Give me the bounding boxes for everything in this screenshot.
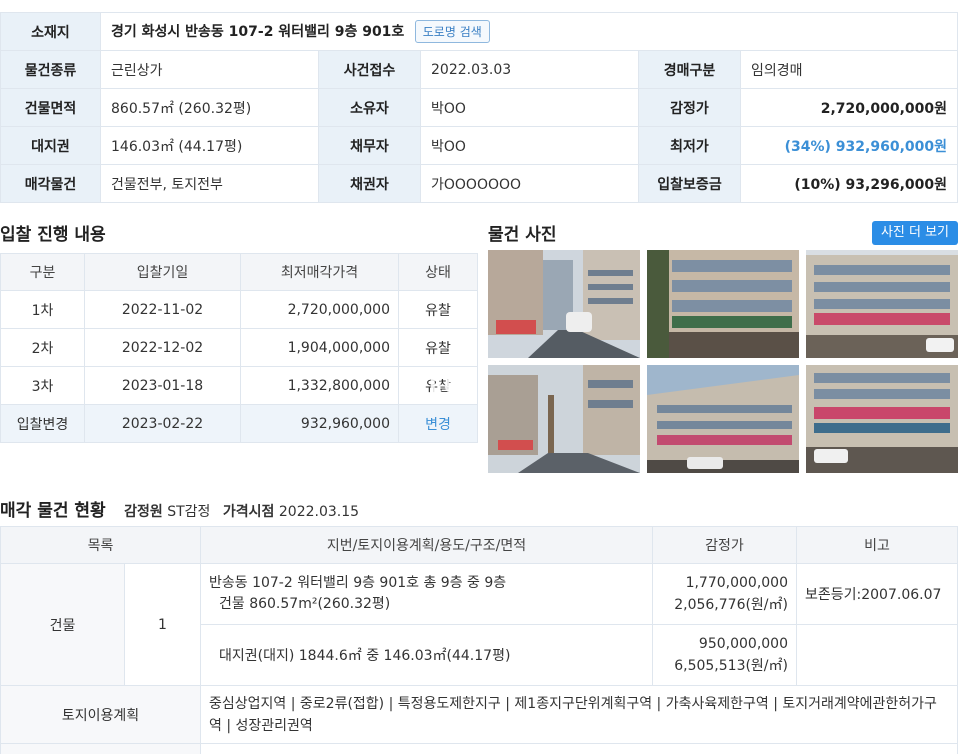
table-row: 2차 2022-12-02 1,904,000,000 유찰 (0, 328, 478, 367)
info-label: 매각물건 (0, 164, 101, 203)
table-row: 1차 2022-11-02 2,720,000,000 유찰 (0, 290, 478, 329)
land-use-label: 토지이용계획 (0, 685, 201, 744)
table-row: 입찰변경 2023-02-22 932,960,000 변경 (0, 404, 478, 443)
column-header: 상태 (398, 253, 478, 291)
property-photo[interactable] (488, 365, 640, 473)
price-date-label: 가격시점 (222, 504, 275, 520)
column-header: 구분 (0, 253, 85, 291)
bid-status: 유찰 (398, 290, 478, 329)
info-value: 860.57㎡ (260.32평) (100, 88, 319, 127)
column-header: 목록 (0, 526, 201, 564)
info-label: 대지권 (0, 126, 101, 165)
info-value: 박OO (420, 126, 639, 165)
bid-min-price: 1,904,000,000 (240, 328, 399, 367)
property-photo[interactable] (488, 250, 640, 358)
bid-min-price: 932,960,000 (240, 404, 399, 443)
bid-date: 2022-12-02 (84, 328, 241, 367)
price-date-value: 2022.03.15 (278, 504, 360, 520)
bid-status: 변경 (398, 404, 478, 443)
location-label: 소재지 (0, 12, 101, 51)
land-right-description: 대지권(대지) 1844.6㎡ 중 146.03㎡(44.17평) (200, 624, 653, 686)
info-value: 2022.03.03 (420, 50, 639, 89)
info-value: 건물전부, 토지전부 (100, 164, 319, 203)
info-label: 사건접수 (318, 50, 421, 89)
empty-cell (0, 743, 201, 754)
description-line: 건물 860.57m²(260.32평) (219, 596, 391, 612)
bid-date: 2023-02-22 (84, 404, 241, 443)
info-label: 채무자 (318, 126, 421, 165)
sale-status-table: 목록 지번/토지이용계획/용도/구조/면적 감정가 비고 건물 1 반송동 10… (0, 526, 958, 754)
appraisal-price: 2,720,000,000원 (740, 88, 958, 127)
building-description: 반송동 107-2 워터밸리 9층 901호 총 9층 중 9층 건물 860.… (200, 563, 653, 625)
bid-round: 2차 (0, 328, 85, 367)
minimum-price: (34%) 932,960,000원 (740, 126, 958, 165)
bid-progress-table: 구분 입찰기일 최저매각가격 상태 1차 2022-11-02 2,720,00… (0, 253, 478, 443)
bid-deposit: (10%) 93,296,000원 (740, 164, 958, 203)
appraisal-cell: 950,000,000 6,505,513(원/㎡) (652, 624, 797, 686)
property-photo[interactable] (647, 365, 799, 473)
appraisal-amount: 1,770,000,000 (685, 575, 788, 591)
location-cell: 경기 화성시 반송동 107-2 워터밸리 9층 901호 도로명 검색 (100, 12, 958, 51)
property-photo[interactable] (647, 250, 799, 358)
bid-progress-title: 입찰 진행 내용 (0, 225, 106, 245)
building-label: 건물 (0, 563, 125, 686)
appraisal-amount: 950,000,000 (698, 636, 788, 652)
empty-cell (200, 743, 958, 754)
property-photo[interactable] (806, 250, 958, 358)
info-value: 임의경매 (740, 50, 958, 89)
note (796, 624, 958, 686)
appraisal-unit-price: 2,056,776(원/㎡) (674, 597, 788, 613)
table-row: 토지이용계획 중심상업지역 | 중로2류(접합) | 특정용도제한지구 | 제1… (0, 685, 958, 744)
more-photos-button[interactable]: 사진 더 보기 (872, 221, 958, 245)
bid-round: 입찰변경 (0, 404, 85, 443)
column-header: 감정가 (652, 526, 797, 564)
info-value: 근린상가 (100, 50, 319, 89)
location-address: 경기 화성시 반송동 107-2 워터밸리 9층 901호 (111, 24, 405, 40)
info-label: 감정가 (638, 88, 741, 127)
column-header: 비고 (796, 526, 958, 564)
appraisal-unit-price: 6,505,513(원/㎡) (674, 658, 788, 674)
building-number: 1 (124, 563, 201, 686)
road-name-search-button[interactable]: 도로명 검색 (414, 20, 490, 43)
info-value: 박OO (420, 88, 639, 127)
info-value: 146.03㎡ (44.17평) (100, 126, 319, 165)
note: 보존등기:2007.06.07 (796, 563, 958, 625)
bid-status: 유찰 (398, 328, 478, 367)
info-label: 물건종류 (0, 50, 101, 89)
info-label: 소유자 (318, 88, 421, 127)
info-label: 건물면적 (0, 88, 101, 127)
photo-section-title: 물건 사진 (488, 225, 557, 245)
appraiser-label: 감정원 (124, 504, 163, 520)
info-label: 입찰보증금 (638, 164, 741, 203)
bid-round: 3차 (0, 366, 85, 405)
table-row: 건물 1 반송동 107-2 워터밸리 9층 901호 총 9층 중 9층 건물… (0, 563, 958, 686)
table-row (0, 743, 958, 754)
description-line: 반송동 107-2 워터밸리 9층 901호 총 9층 중 9층 (209, 575, 507, 591)
appraisal-cell: 1,770,000,000 2,056,776(원/㎡) (652, 563, 797, 625)
bid-date: 2023-01-18 (84, 366, 241, 405)
bid-round: 1차 (0, 290, 85, 329)
bid-date: 2022-11-02 (84, 290, 241, 329)
property-photo[interactable] (806, 365, 958, 473)
status-heading: 매각 물건 현황 감정원 ST감정 가격시점 2022.03.15 (0, 496, 958, 521)
column-header: 입찰기일 (84, 253, 241, 291)
appraiser-value: ST감정 (167, 504, 211, 520)
watermark: EREC (398, 374, 460, 398)
column-header: 최저매각가격 (240, 253, 399, 291)
info-label: 경매구분 (638, 50, 741, 89)
property-info-table: 소재지 경기 화성시 반송동 107-2 워터밸리 9층 901호 도로명 검색… (0, 12, 958, 203)
info-value: 가OOOOOOO (420, 164, 639, 203)
bid-min-price: 2,720,000,000 (240, 290, 399, 329)
land-use-description: 중심상업지역 | 중로2류(접합) | 특정용도제한지구 | 제1종지구단위계획… (200, 685, 958, 744)
info-label: 채권자 (318, 164, 421, 203)
bid-min-price: 1,332,800,000 (240, 366, 399, 405)
status-section-title: 매각 물건 현황 (0, 501, 106, 521)
info-label: 최저가 (638, 126, 741, 165)
column-header: 지번/토지이용계획/용도/구조/면적 (200, 526, 653, 564)
